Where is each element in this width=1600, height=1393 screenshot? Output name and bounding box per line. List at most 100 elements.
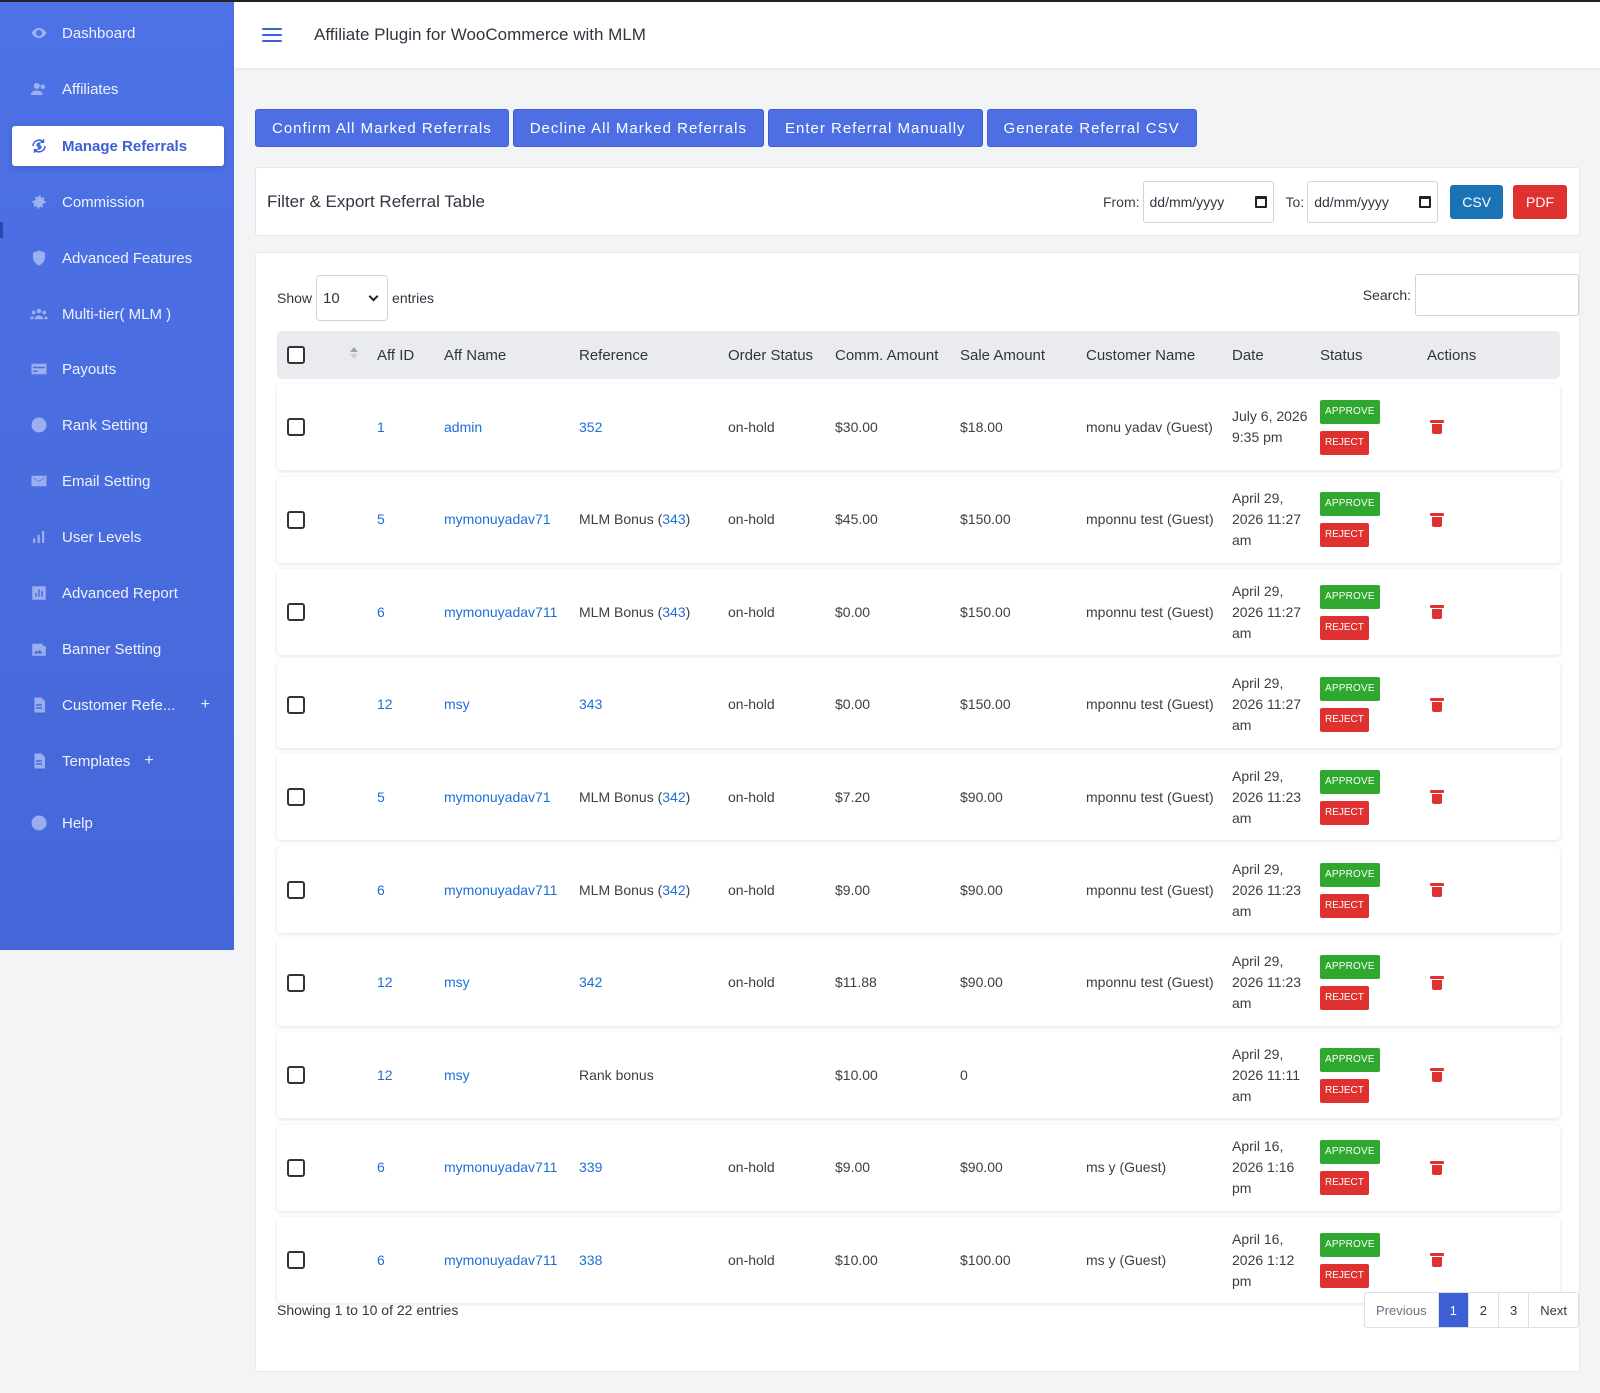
approve-button[interactable]: APPROVE bbox=[1320, 492, 1380, 517]
sidebar-item-multi-tier-mlm[interactable]: Multi-tier( MLM ) bbox=[12, 294, 224, 334]
generate-csv-button[interactable]: Generate Referral CSV bbox=[986, 109, 1197, 147]
search-input[interactable] bbox=[1415, 274, 1579, 316]
col-order-status[interactable]: Order Status bbox=[728, 331, 813, 379]
export-csv-button[interactable]: CSV bbox=[1450, 184, 1503, 219]
sidebar-item-email-setting[interactable]: Email Setting bbox=[12, 461, 224, 501]
approve-button[interactable]: APPROVE bbox=[1320, 677, 1380, 702]
calendar-icon[interactable] bbox=[1254, 195, 1267, 208]
calendar-icon[interactable] bbox=[1419, 195, 1432, 208]
sort-icon[interactable] bbox=[350, 347, 358, 359]
row-checkbox[interactable] bbox=[287, 695, 305, 714]
expand-plus-icon[interactable]: + bbox=[201, 696, 210, 714]
trash-icon[interactable] bbox=[1430, 1253, 1444, 1268]
reject-button[interactable]: REJECT bbox=[1320, 1171, 1369, 1196]
reference-link[interactable]: 343 bbox=[662, 602, 685, 623]
trash-icon[interactable] bbox=[1430, 697, 1444, 712]
reject-button[interactable]: REJECT bbox=[1320, 708, 1369, 733]
trash-icon[interactable] bbox=[1430, 1068, 1444, 1083]
trash-icon[interactable] bbox=[1430, 605, 1444, 620]
sidebar-item-advanced-features[interactable]: Advanced Features bbox=[12, 238, 224, 278]
to-date-input[interactable]: dd/mm/yyyy bbox=[1307, 180, 1439, 223]
aff-name-link[interactable]: mymonuyadav71 bbox=[444, 477, 551, 563]
row-checkbox[interactable] bbox=[287, 603, 305, 622]
col-comm-amount[interactable]: Comm. Amount bbox=[835, 331, 938, 379]
reference-link[interactable]: 342 bbox=[662, 787, 685, 808]
col-sale-amount[interactable]: Sale Amount bbox=[960, 331, 1045, 379]
page-length-select[interactable]: 10 bbox=[316, 275, 389, 321]
col-date[interactable]: Date bbox=[1232, 331, 1264, 379]
row-checkbox[interactable] bbox=[287, 973, 305, 992]
trash-icon[interactable] bbox=[1430, 1160, 1444, 1175]
confirm-marked-button[interactable]: Confirm All Marked Referrals bbox=[255, 109, 509, 147]
row-checkbox[interactable] bbox=[287, 418, 305, 436]
row-checkbox[interactable] bbox=[287, 788, 305, 807]
aff-name-link[interactable]: mymonuyadav711 bbox=[444, 1125, 557, 1211]
col-status[interactable]: Status bbox=[1320, 331, 1363, 379]
reference-link[interactable]: 343 bbox=[579, 694, 602, 715]
approve-button[interactable]: APPROVE bbox=[1320, 399, 1380, 424]
reject-button[interactable]: REJECT bbox=[1320, 1078, 1369, 1103]
reference-link[interactable]: 343 bbox=[662, 509, 685, 530]
reject-button[interactable]: REJECT bbox=[1320, 986, 1369, 1011]
aff-name-link[interactable]: mymonuyadav711 bbox=[444, 847, 557, 933]
sidebar-item-payouts[interactable]: Payouts bbox=[12, 349, 224, 389]
row-checkbox[interactable] bbox=[287, 1251, 305, 1270]
col-aff-id[interactable]: Aff ID bbox=[377, 331, 414, 379]
reject-button[interactable]: REJECT bbox=[1320, 523, 1369, 548]
sidebar-item-user-levels[interactable]: User Levels bbox=[12, 517, 224, 557]
page-2-button[interactable]: 2 bbox=[1468, 1293, 1500, 1327]
sidebar-item-rank-setting[interactable]: Rank Setting bbox=[12, 405, 224, 445]
reference-link[interactable]: 352 bbox=[579, 417, 602, 438]
row-checkbox[interactable] bbox=[287, 1158, 305, 1177]
aff-name-link[interactable]: msy bbox=[444, 1032, 470, 1118]
sidebar-item-affiliates[interactable]: Affiliates bbox=[12, 69, 224, 109]
reference-link[interactable]: 342 bbox=[579, 972, 602, 993]
next-page-button[interactable]: Next bbox=[1529, 1293, 1578, 1327]
col-actions[interactable]: Actions bbox=[1427, 331, 1476, 379]
sidebar-item-manage-referrals[interactable]: Manage Referrals bbox=[12, 126, 224, 166]
expand-plus-icon[interactable]: + bbox=[144, 752, 153, 770]
aff-id-link[interactable]: 1 bbox=[377, 384, 385, 470]
reference-link[interactable]: 342 bbox=[662, 880, 685, 901]
col-customer-name[interactable]: Customer Name bbox=[1086, 331, 1195, 379]
reject-button[interactable]: REJECT bbox=[1320, 430, 1369, 455]
approve-button[interactable]: APPROVE bbox=[1320, 769, 1380, 794]
approve-button[interactable]: APPROVE bbox=[1320, 1047, 1380, 1072]
approve-button[interactable]: APPROVE bbox=[1320, 1140, 1380, 1165]
trash-icon[interactable] bbox=[1430, 420, 1444, 434]
aff-name-link[interactable]: msy bbox=[444, 940, 470, 1026]
sidebar-item-help[interactable]: Help bbox=[12, 803, 224, 843]
from-date-input[interactable]: dd/mm/yyyy bbox=[1142, 180, 1274, 223]
aff-id-link[interactable]: 12 bbox=[377, 940, 393, 1026]
aff-name-link[interactable]: mymonuyadav711 bbox=[444, 1217, 557, 1303]
sidebar-item-advanced-report[interactable]: Advanced Report bbox=[12, 573, 224, 613]
aff-id-link[interactable]: 6 bbox=[377, 847, 385, 933]
aff-id-link[interactable]: 12 bbox=[377, 1032, 393, 1118]
export-pdf-button[interactable]: PDF bbox=[1513, 184, 1567, 219]
aff-name-link[interactable]: admin bbox=[444, 384, 482, 470]
trash-icon[interactable] bbox=[1430, 975, 1444, 990]
aff-id-link[interactable]: 6 bbox=[377, 569, 385, 655]
col-aff-name[interactable]: Aff Name bbox=[444, 331, 506, 379]
row-checkbox[interactable] bbox=[287, 510, 305, 529]
aff-id-link[interactable]: 5 bbox=[377, 477, 385, 563]
reject-button[interactable]: REJECT bbox=[1320, 1263, 1369, 1288]
approve-button[interactable]: APPROVE bbox=[1320, 1232, 1380, 1257]
aff-id-link[interactable]: 12 bbox=[377, 662, 393, 748]
trash-icon[interactable] bbox=[1430, 512, 1444, 527]
aff-name-link[interactable]: mymonuyadav711 bbox=[444, 569, 557, 655]
page-3-button[interactable]: 3 bbox=[1499, 1293, 1530, 1327]
enter-referral-manually-button[interactable]: Enter Referral Manually bbox=[767, 109, 983, 147]
col-reference[interactable]: Reference bbox=[579, 331, 648, 379]
approve-button[interactable]: APPROVE bbox=[1320, 955, 1380, 980]
aff-id-link[interactable]: 5 bbox=[377, 754, 385, 840]
approve-button[interactable]: APPROVE bbox=[1320, 862, 1380, 887]
decline-marked-button[interactable]: Decline All Marked Referrals bbox=[512, 109, 764, 147]
reference-link[interactable]: 338 bbox=[579, 1250, 602, 1271]
sidebar-item-customer-refe[interactable]: Customer Refe... + bbox=[12, 685, 224, 725]
page-1-button[interactable]: 1 bbox=[1438, 1293, 1469, 1327]
approve-button[interactable]: APPROVE bbox=[1320, 584, 1380, 609]
aff-name-link[interactable]: mymonuyadav71 bbox=[444, 754, 551, 840]
reject-button[interactable]: REJECT bbox=[1320, 615, 1369, 640]
reference-link[interactable]: 339 bbox=[579, 1157, 602, 1178]
